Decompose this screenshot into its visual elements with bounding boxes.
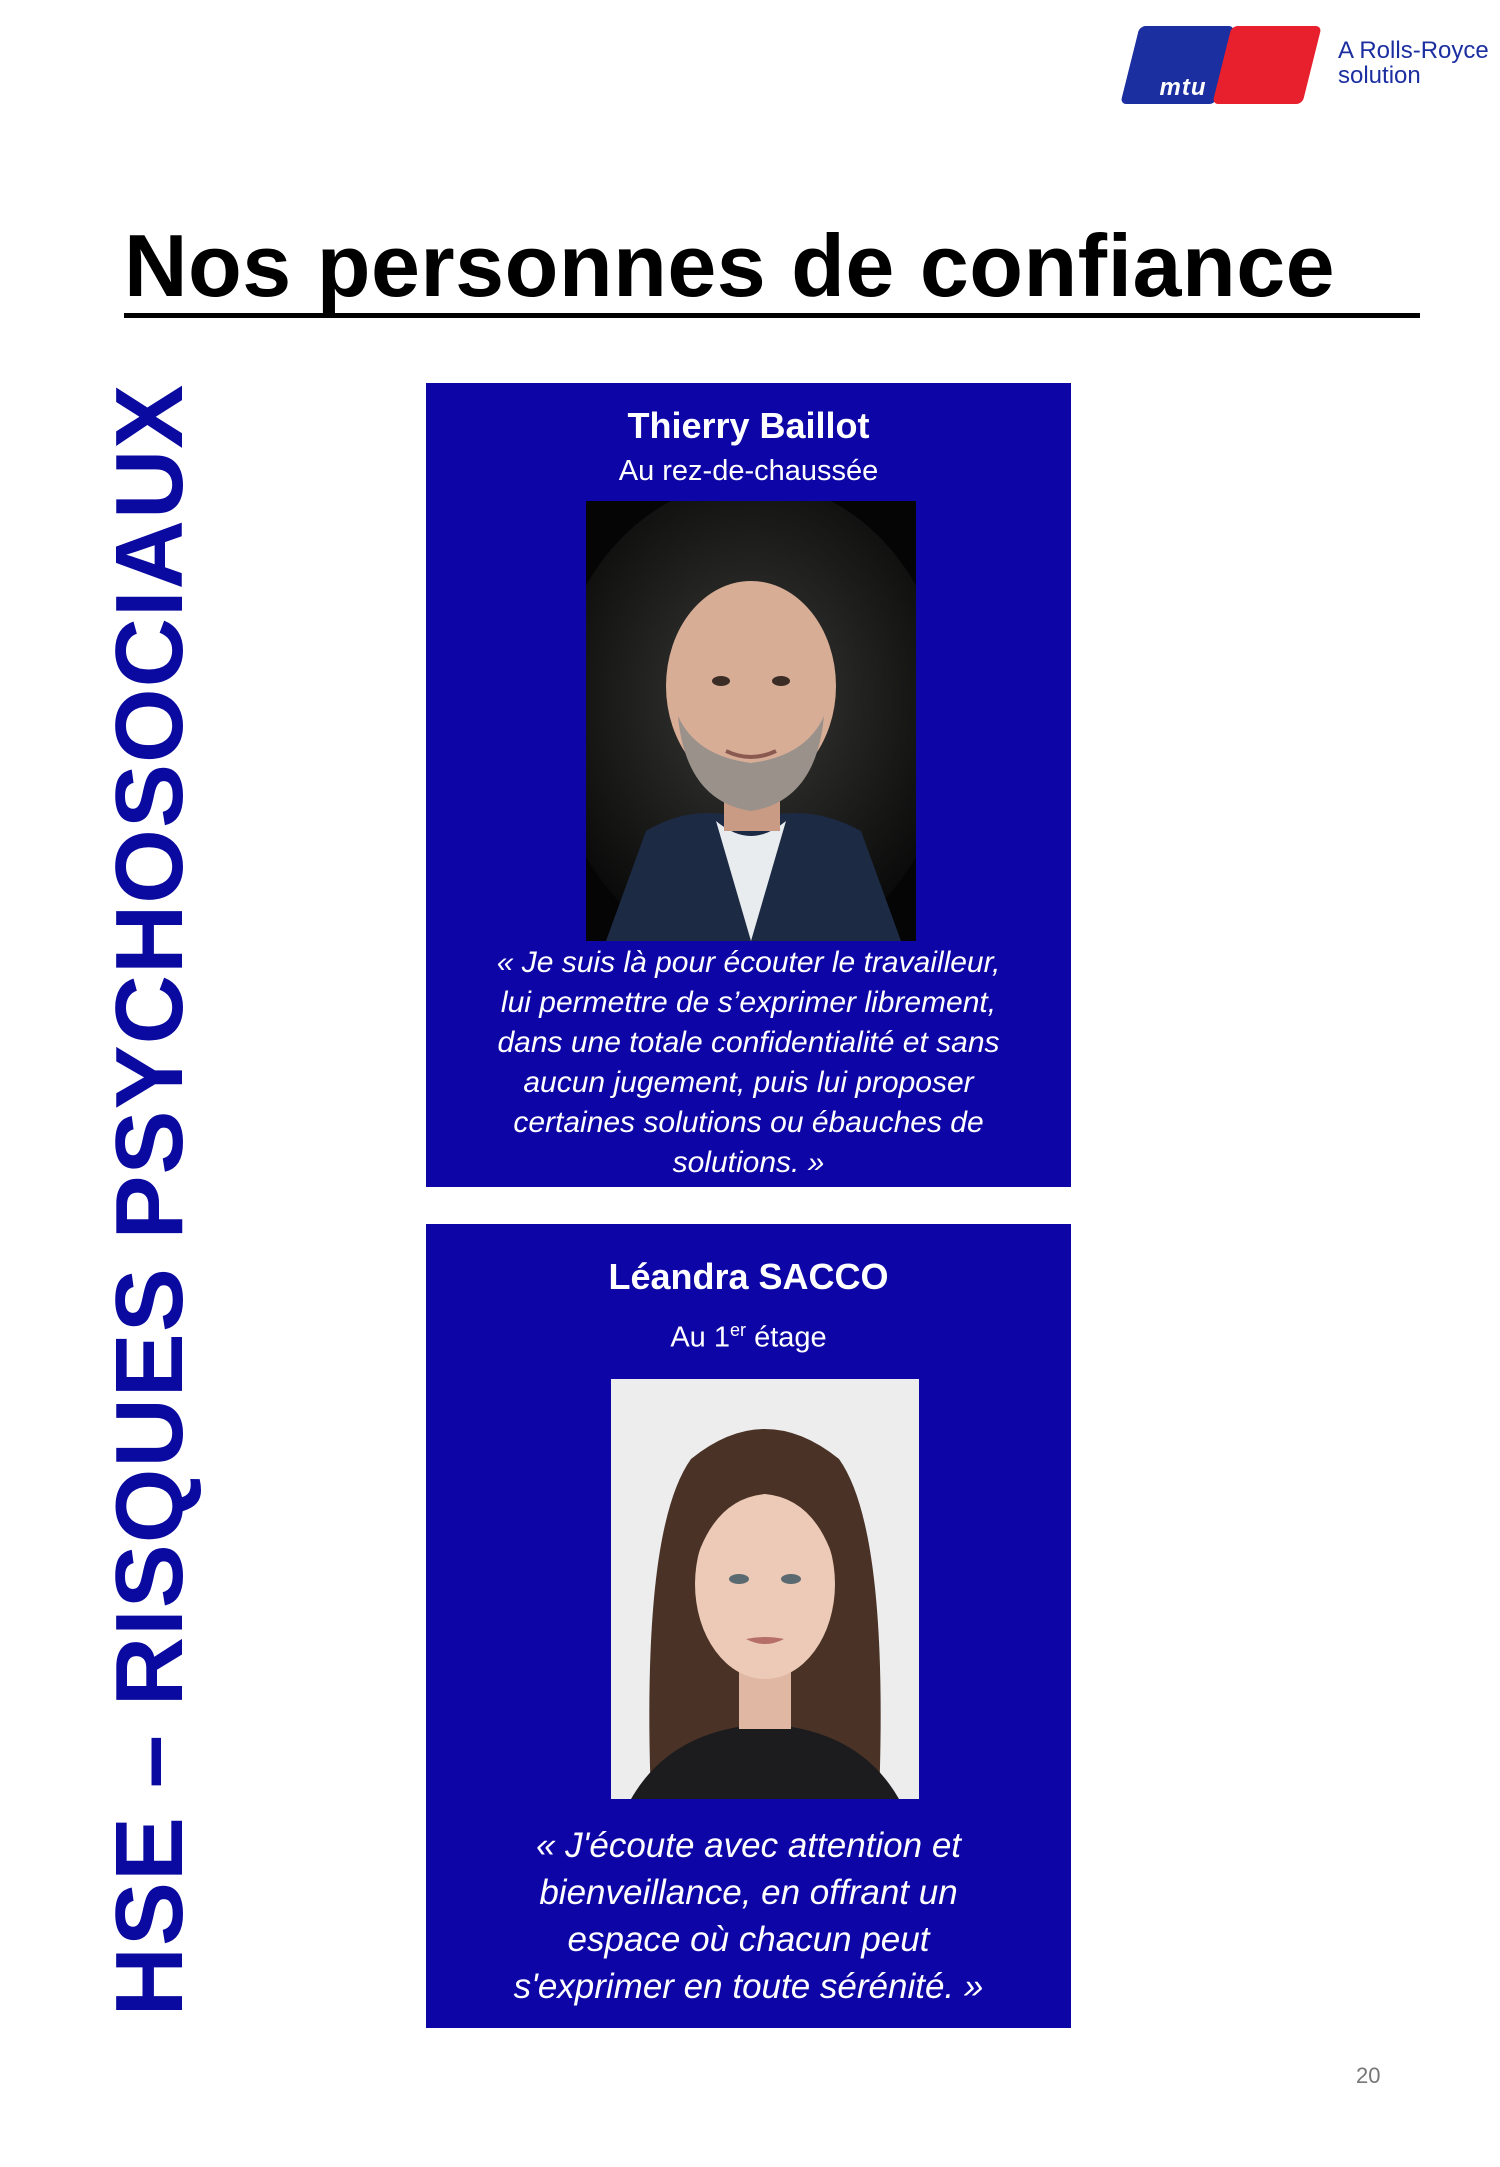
quote-line: lui permettre de s’exprimer librement,: [500, 986, 997, 1019]
contact-name: Léandra SACCO: [608, 1256, 889, 1297]
quote-line: « Je suis là pour écouter le travailleur…: [496, 946, 1001, 979]
logo-tagline-line2: solution: [1338, 62, 1421, 89]
portrait-woman-photo: [611, 1379, 919, 1799]
logo-tagline: A Rolls-Royce solution: [1338, 38, 1489, 88]
page-title: Nos personnes de confiance: [124, 216, 1336, 315]
contact-floor: Au rez-de-chaussée: [618, 455, 879, 487]
floor-prefix: Au 1: [670, 1321, 730, 1354]
title-underline: [124, 313, 1420, 318]
quote-line: espace où chacun peut: [567, 1920, 930, 1959]
contact-quote: « J'écoute avec attention et bienveillan…: [446, 1822, 1051, 2010]
contact-quote: « Je suis là pour écouter le travailleur…: [446, 943, 1051, 1183]
quote-line: aucun jugement, puis lui proposer: [523, 1066, 974, 1099]
floor-suffix: étage: [746, 1321, 827, 1354]
quote-line: dans une totale confidentialité et sans: [497, 1026, 1000, 1059]
page-number: 20: [1356, 2063, 1381, 2088]
floor-superscript: er: [730, 1320, 747, 1340]
contact-card-thierry: Thierry Baillot Au rez-de-chaussée « Je …: [426, 383, 1071, 1187]
quote-line: solutions. »: [672, 1146, 825, 1179]
side-heading: HSE – RISQUES PSYCHOSOCIAUX: [96, 383, 203, 2017]
quote-line: bienveillance, en offrant un: [539, 1873, 958, 1912]
quote-line: s'exprimer en toute sérénité. »: [513, 1967, 984, 2006]
logo-red-block: [1212, 26, 1322, 104]
contact-card-leandra: Léandra SACCO Au 1er étage « J'écoute av…: [426, 1224, 1071, 2028]
quote-line: certaines solutions ou ébauches de: [513, 1106, 984, 1139]
logo-brand-text: mtu: [1159, 74, 1207, 101]
logo-tagline-line1: A Rolls-Royce: [1338, 37, 1489, 64]
portrait-man-photo: [586, 501, 916, 941]
quote-line: « J'écoute avec attention et: [535, 1826, 962, 1865]
mtu-logo: mtu A Rolls-Royce solution: [1120, 22, 1490, 108]
contact-floor: Au 1er étage: [426, 1320, 1071, 1355]
contact-name: Thierry Baillot: [627, 405, 870, 446]
